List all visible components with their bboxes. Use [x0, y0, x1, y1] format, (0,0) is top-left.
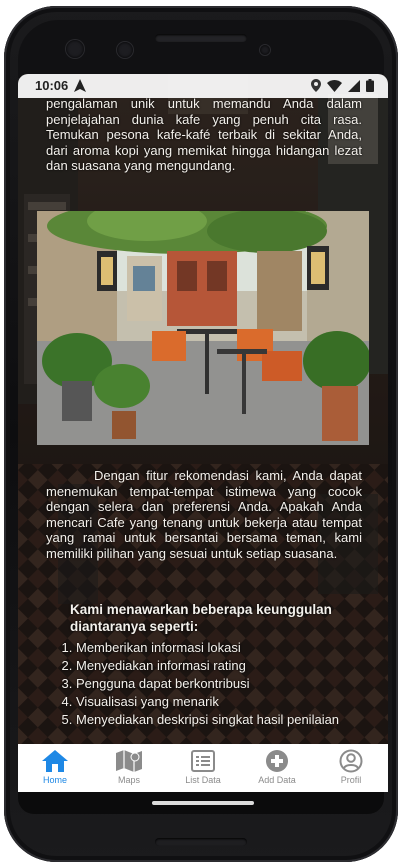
status-time: 10:06 — [35, 78, 69, 93]
cellular-signal-icon — [348, 79, 360, 92]
bottom-speaker — [155, 838, 247, 846]
front-sensor — [117, 42, 133, 58]
add-circle-icon — [266, 750, 288, 772]
battery-icon — [366, 79, 374, 92]
nav-maps-label: Maps — [117, 775, 140, 785]
advantages-section: Kami menawarkan beberapa keunggulan dian… — [58, 602, 368, 729]
nav-add-data-label: Add Data — [258, 775, 296, 785]
proximity-sensor — [260, 45, 270, 55]
nav-profil[interactable]: Profil — [314, 744, 388, 792]
front-camera — [66, 40, 84, 58]
list-item: Memberikan informasi lokasi — [76, 639, 368, 657]
home-icon — [42, 750, 68, 772]
nav-maps[interactable]: Maps — [92, 744, 166, 792]
nav-list-data-label: List Data — [185, 775, 221, 785]
nav-add-data[interactable]: Add Data — [240, 744, 314, 792]
location-icon — [311, 79, 321, 92]
bottom-navigation: Home Maps List Data Add Data Profil — [18, 744, 388, 792]
nav-list-data[interactable]: List Data — [166, 744, 240, 792]
feature-paragraph: Dengan fitur rekomendasi kami, Anda dapa… — [46, 468, 362, 561]
profile-icon — [339, 749, 363, 773]
advantages-list: Memberikan informasi lokasi Menyediakan … — [58, 639, 368, 729]
intro-paragraph: pengalaman unik untuk memandu Anda dalam… — [46, 96, 362, 174]
status-bar: 10:06 — [18, 74, 388, 98]
nav-profil-label: Profil — [340, 775, 362, 785]
earpiece-speaker — [155, 34, 247, 42]
nav-home[interactable]: Home — [18, 744, 92, 792]
wifi-icon — [327, 79, 342, 92]
list-item: Menyediakan informasi rating — [76, 657, 368, 675]
phone-frame: 10:06 pengalaman unik untuk memandu Anda… — [0, 0, 402, 866]
advantages-title: Kami menawarkan beberapa keunggulan dian… — [70, 602, 332, 634]
home-indicator[interactable] — [152, 801, 254, 805]
app-screen: 10:06 pengalaman unik untuk memandu Anda… — [18, 74, 388, 792]
cafe-photo — [37, 211, 369, 445]
list-item: Visualisasi yang menarik — [76, 693, 368, 711]
list-item: Pengguna dapat berkontribusi — [76, 675, 368, 693]
list-item: Menyediakan deskripsi singkat hasil peni… — [76, 711, 368, 729]
map-icon — [116, 750, 142, 772]
list-icon — [191, 750, 215, 772]
nav-home-label: Home — [42, 775, 67, 785]
navigation-arrow-icon — [74, 79, 86, 92]
